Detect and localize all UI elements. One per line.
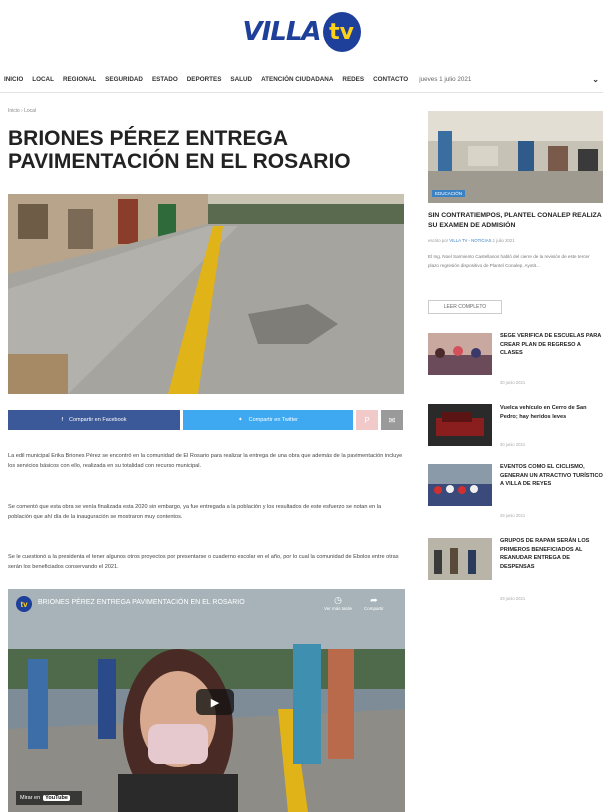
sidebar-item-thumbnail[interactable] xyxy=(428,333,492,375)
channel-logo[interactable]: tv xyxy=(16,596,32,612)
pinterest-icon: P xyxy=(364,415,370,425)
featured-date: 1 julio 2021 xyxy=(492,238,515,243)
breadcrumb[interactable]: Inicio › Local xyxy=(8,108,36,114)
share-facebook-button[interactable]: f Compartir en Facebook xyxy=(8,410,180,430)
sidebar-item-thumbnail[interactable] xyxy=(428,404,492,446)
article-paragraph-2: Se comentó que esta obra se venía finali… xyxy=(8,504,382,520)
sidebar-item-thumbnail[interactable] xyxy=(428,464,492,506)
sidebar-item-date: 30 junio 2021 xyxy=(500,380,526,385)
nav-divider xyxy=(0,92,603,93)
read-more-button[interactable]: LEER COMPLETO xyxy=(428,300,502,314)
main-nav: INICIO LOCAL REGIONAL SEGURIDAD ESTADO D… xyxy=(4,72,603,86)
street-photo xyxy=(8,194,404,394)
play-button[interactable]: ▶ xyxy=(196,689,234,715)
share-twitter-label: Compartir en Twitter xyxy=(248,417,299,423)
nav-item-local[interactable]: LOCAL xyxy=(32,76,54,83)
featured-meta: escrito por VILLA TV - NOTICIAS 1 julio … xyxy=(428,238,515,243)
watch-on-youtube-button[interactable]: Mirar en YouTube xyxy=(16,791,82,805)
nav-item-deportes[interactable]: DEPORTES xyxy=(187,76,222,83)
video-title[interactable]: BRIONES PÉREZ ENTREGA PAVIMENTACIÓN EN E… xyxy=(38,599,245,606)
video-share-label: Compartir xyxy=(364,606,384,611)
sidebar-item-date: 29 junio 2021 xyxy=(500,596,526,601)
nav-item-contacto[interactable]: CONTACTO xyxy=(373,76,408,83)
nav-item-redes[interactable]: REDES xyxy=(342,76,364,83)
article-title: BRIONES PÉREZ ENTREGA PAVIMENTACIÓN EN E… xyxy=(8,127,351,173)
share-more-icon: ✉ xyxy=(388,415,396,425)
facebook-icon: f xyxy=(61,417,64,423)
clock-icon: ◷ xyxy=(334,595,342,605)
nav-date: jueves 1 julio 2021 xyxy=(419,75,472,83)
site-logo[interactable]: VILLA tv xyxy=(0,10,603,54)
share-more-button[interactable]: ✉ xyxy=(381,410,403,430)
youtube-logo: YouTube xyxy=(43,795,70,801)
nav-item-salud[interactable]: SALUD xyxy=(230,76,252,83)
sidebar-item-date: 29 junio 2021 xyxy=(500,513,526,518)
nav-item-regional[interactable]: REGIONAL xyxy=(63,76,96,83)
featured-title[interactable]: SIN CONTRATIEMPOS, PLANTEL CONALEP REALI… xyxy=(428,211,603,231)
sidebar-item-title[interactable]: Vuelca vehículo en Cerro de San Pedro; h… xyxy=(500,404,603,421)
share-facebook-label: Compartir en Facebook xyxy=(69,417,127,423)
featured-image[interactable]: EDUCACIÓN xyxy=(428,111,603,203)
nav-item-atencion-ciudadana[interactable]: ATENCIÓN CIUDADANA xyxy=(261,76,333,83)
nav-item-estado[interactable]: ESTADO xyxy=(152,76,178,83)
sidebar-item-title[interactable]: EVENTOS COMO EL CICLISMO, GENERAN UN ATR… xyxy=(500,463,603,489)
sidebar-item-thumbnail[interactable] xyxy=(428,538,492,580)
vehicle-photo xyxy=(428,404,492,446)
article-paragraph-1: La edil municipal Erika Briones Pérez se… xyxy=(8,453,403,469)
play-icon: ▶ xyxy=(210,696,220,709)
logo-text: VILLA xyxy=(242,17,321,47)
watch-on-label: Mirar en xyxy=(20,795,41,801)
featured-excerpt: El Ing. Noel Sarmiento Castellanos habló… xyxy=(428,254,590,268)
watch-later-button[interactable]: ◷ Ver más tarde xyxy=(324,595,352,611)
article-paragraph-3: Se le cuestionó a la presidenta el tener… xyxy=(8,554,399,570)
sidebar-item-date: 30 junio 2021 xyxy=(500,442,526,447)
nav-item-seguridad[interactable]: SEGURIDAD xyxy=(105,76,143,83)
share-icon: ➦ xyxy=(370,595,378,605)
twitter-icon: ✦ xyxy=(237,417,243,423)
cycling-photo xyxy=(428,464,492,506)
sidebar-item-title[interactable]: GRUPOS DE RAPAM SERÁN LOS PRIMEROS BENEF… xyxy=(500,537,603,571)
share-bar: f Compartir en Facebook ✦ Compartir en T… xyxy=(8,410,404,430)
featured-author[interactable]: VILLA TV - NOTICIAS xyxy=(449,238,491,243)
video-embed[interactable]: tv BRIONES PÉREZ ENTREGA PAVIMENTACIÓN E… xyxy=(8,589,405,812)
watch-later-label: Ver más tarde xyxy=(324,606,353,611)
crowd-photo xyxy=(428,333,492,375)
logo-badge: tv xyxy=(322,12,361,52)
video-share-button[interactable]: ➦ Compartir xyxy=(364,595,384,611)
nav-item-inicio[interactable]: INICIO xyxy=(4,76,23,83)
group-photo xyxy=(428,538,492,580)
category-badge[interactable]: EDUCACIÓN xyxy=(432,190,466,197)
sidebar-item-title[interactable]: SEGE VERIFICA DE ESCUELAS PARA CREAR PLA… xyxy=(500,332,603,358)
article-hero-image xyxy=(8,194,404,394)
share-pinterest-button[interactable]: P xyxy=(356,410,378,430)
featured-meta-prefix: escrito por xyxy=(428,238,449,243)
nav-more-icon[interactable]: ⌄ xyxy=(592,75,599,84)
share-twitter-button[interactable]: ✦ Compartir en Twitter xyxy=(183,410,353,430)
